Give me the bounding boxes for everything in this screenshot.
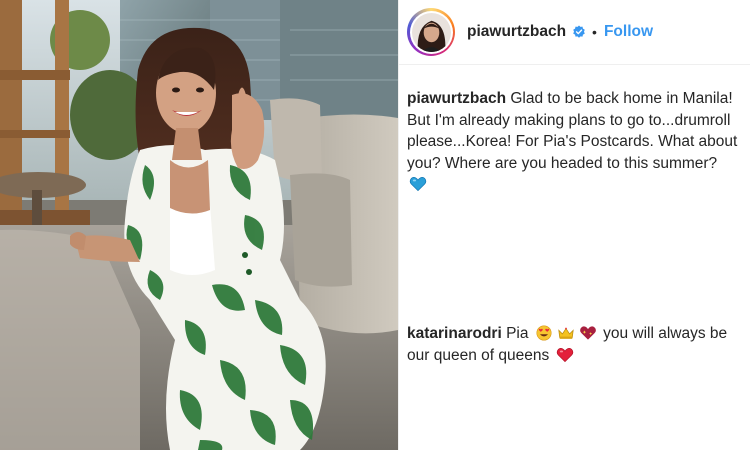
instagram-post: piawurtzbach • Follow piawurtzbach Glad … bbox=[0, 0, 750, 450]
comment-text-start: Pia bbox=[506, 325, 529, 342]
red-heart-icon bbox=[556, 347, 574, 363]
follow-button[interactable]: Follow bbox=[604, 23, 653, 41]
crown-icon bbox=[557, 325, 575, 341]
post-side-panel: piawurtzbach • Follow piawurtzbach Glad … bbox=[398, 0, 750, 450]
heart-eyes-icon bbox=[535, 325, 553, 341]
verified-badge-icon bbox=[573, 25, 585, 38]
caption-username[interactable]: piawurtzbach bbox=[407, 90, 506, 107]
post-header: piawurtzbach • Follow bbox=[399, 0, 750, 65]
photo-illustration bbox=[0, 0, 398, 450]
post-caption: piawurtzbach Glad to be back home in Man… bbox=[407, 88, 743, 196]
header-separator: • bbox=[592, 24, 597, 40]
comment-username[interactable]: katarinarodri bbox=[407, 325, 502, 342]
blue-heart-icon bbox=[409, 176, 427, 192]
comment-item: katarinarodri Pia you will always be our… bbox=[407, 323, 743, 366]
story-ring[interactable] bbox=[407, 8, 455, 56]
post-photo[interactable] bbox=[0, 0, 398, 450]
avatar[interactable] bbox=[411, 12, 451, 52]
sparkling-heart-icon bbox=[579, 325, 597, 341]
avatar-frame bbox=[409, 10, 453, 54]
header-username[interactable]: piawurtzbach bbox=[467, 23, 566, 41]
